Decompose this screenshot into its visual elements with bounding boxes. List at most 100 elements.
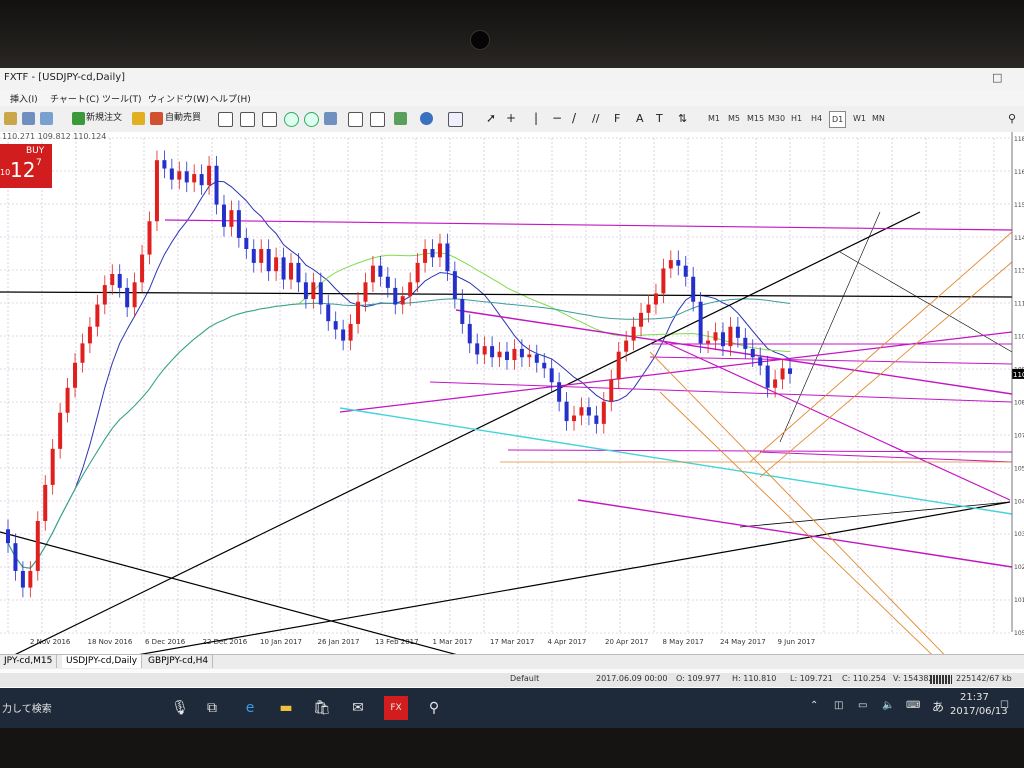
candle-body: [631, 326, 636, 341]
trendline: [39, 501, 1011, 673]
toolbar: 新規注文 自動売買 ➚ + | − / // F A T ⇅ M1 M5 M15…: [0, 106, 1024, 133]
new-order-button[interactable]: 新規注文: [84, 110, 124, 127]
timeframe-m15[interactable]: M15: [745, 111, 766, 126]
candlestick-icon[interactable]: [240, 112, 255, 127]
zoom-out-icon[interactable]: [304, 112, 319, 127]
crosshair-icon[interactable]: +: [504, 110, 518, 127]
notifications-icon[interactable]: ☐: [1000, 700, 1009, 711]
channel-icon[interactable]: //: [590, 110, 601, 127]
x-tick-label: 17 Mar 2017: [490, 638, 534, 646]
candle-body: [348, 323, 353, 341]
ime-indicator[interactable]: あ: [932, 698, 944, 715]
text-icon[interactable]: A: [634, 110, 646, 127]
tab-jpy-m15[interactable]: JPY-cd,M15: [0, 655, 58, 668]
tab-gbpjpy-h4[interactable]: GBPJPY-cd,H4: [144, 655, 214, 668]
indicators-icon[interactable]: [394, 112, 407, 125]
templates-icon[interactable]: [448, 112, 463, 127]
timeframe-m5[interactable]: M5: [726, 111, 742, 126]
bar-chart-icon[interactable]: [218, 112, 233, 127]
candle-body: [341, 329, 346, 341]
clock-date[interactable]: 2017/06/13: [950, 706, 1008, 717]
navigator-icon[interactable]: [40, 112, 53, 125]
cursor-icon[interactable]: ➚: [484, 110, 498, 127]
chart-area[interactable]: 105.6 101.7 102.0 103.3 104.5 105.7 107.0 108.2…: [0, 132, 1024, 728]
y-tick-label: 116.8: [1014, 169, 1024, 176]
candle-body: [758, 357, 763, 366]
candle-body: [750, 348, 755, 358]
price-chart[interactable]: 105.6 101.7 102.0 103.3 104.5 105.7 107.0 108.2…: [0, 132, 1024, 728]
candle-body: [728, 326, 733, 347]
store-icon[interactable]: 🛍: [310, 696, 334, 720]
timeframe-w1[interactable]: W1: [851, 111, 868, 126]
task-view-icon[interactable]: ⧉: [200, 696, 224, 720]
trendline-icon[interactable]: /: [570, 110, 578, 127]
vertical-line-icon[interactable]: |: [532, 110, 540, 127]
zoom-in-icon[interactable]: [284, 112, 299, 127]
timeframe-mn[interactable]: MN: [870, 111, 887, 126]
buy-button[interactable]: BUY 10 12 7: [0, 144, 52, 188]
tile-windows-icon[interactable]: [324, 112, 337, 125]
candle-body: [415, 262, 420, 283]
people-icon[interactable]: ⌃: [810, 700, 818, 711]
profile-icon[interactable]: [22, 112, 35, 125]
trendline: [507, 449, 1013, 453]
fxtf-app-icon[interactable]: FX: [384, 696, 408, 720]
candle-body: [676, 260, 681, 266]
auto-scroll-icon[interactable]: [348, 112, 363, 127]
timeframe-m30[interactable]: M30: [766, 111, 787, 126]
battery-icon[interactable]: ▭: [858, 700, 867, 711]
trendline: [455, 309, 1013, 395]
file-explorer-icon[interactable]: ▬: [274, 696, 298, 720]
fibonacci-icon[interactable]: F: [612, 110, 622, 127]
arrows-icon[interactable]: ⇅: [676, 110, 689, 127]
timeframe-h4[interactable]: H4: [809, 111, 824, 126]
menu-insert[interactable]: 挿入(I): [10, 92, 38, 105]
screen: FXTF - [USDJPY-cd,Daily] □ 挿入(I) チャート(C)…: [0, 68, 1024, 728]
edge-browser-icon[interactable]: e: [238, 696, 262, 720]
menu-tools[interactable]: ツール(T): [102, 92, 142, 105]
chart-shift-icon[interactable]: [370, 112, 385, 127]
auto-trading-button[interactable]: 自動売買: [163, 110, 203, 127]
horizontal-line-icon[interactable]: −: [550, 110, 564, 127]
y-tick-label: 113.1: [1014, 268, 1024, 275]
menu-window[interactable]: ウィンドウ(W): [148, 92, 209, 105]
buy-price-small: 10: [0, 168, 11, 177]
taskbar-search-box[interactable]: 力して検索: [2, 700, 52, 715]
network-icon[interactable]: ◫: [834, 700, 843, 711]
maximize-button[interactable]: □: [992, 71, 1006, 85]
candle-body: [594, 415, 599, 424]
candle-body: [356, 301, 361, 324]
timeframe-d1[interactable]: D1: [829, 111, 847, 128]
y-tick-label: 105.6: [1014, 630, 1024, 637]
mail-icon[interactable]: ✉: [346, 696, 370, 720]
candle-body: [20, 570, 25, 588]
candle-body: [162, 160, 167, 169]
candle-body: [668, 260, 673, 269]
label-icon[interactable]: T: [654, 110, 665, 127]
clock-time[interactable]: 21:37: [960, 692, 989, 703]
trendline: [577, 499, 1013, 568]
folder-icon[interactable]: [4, 112, 17, 125]
microphone-icon[interactable]: 🎙: [168, 696, 192, 720]
timeframe-h1[interactable]: H1: [789, 111, 804, 126]
search-icon[interactable]: ⚲: [1006, 110, 1018, 127]
candle-body: [65, 387, 70, 413]
candle-body: [184, 171, 189, 183]
y-tick-label: 111.8: [1014, 301, 1024, 308]
maps-pin-icon[interactable]: ⚲: [422, 696, 446, 720]
periods-icon[interactable]: [420, 112, 433, 125]
candle-body: [318, 282, 323, 305]
y-tick-label: 103.3: [1014, 531, 1024, 538]
menu-help[interactable]: ヘルプ(H): [210, 92, 251, 105]
line-chart-icon[interactable]: [262, 112, 277, 127]
current-price-label: 110: [1013, 371, 1024, 379]
volume-icon[interactable]: 🔈: [882, 700, 894, 711]
keyboard-icon[interactable]: ⌨: [906, 700, 920, 711]
menu-chart[interactable]: チャート(C): [50, 92, 99, 105]
tab-usdjpy-daily[interactable]: USDJPY-cd,Daily: [62, 655, 143, 668]
timeframe-m1[interactable]: M1: [706, 111, 722, 126]
x-tick-label: 18 Nov 2016: [88, 638, 133, 646]
candle-body: [743, 337, 748, 349]
moving-average-line: [7, 298, 791, 569]
candle-body: [579, 407, 584, 416]
